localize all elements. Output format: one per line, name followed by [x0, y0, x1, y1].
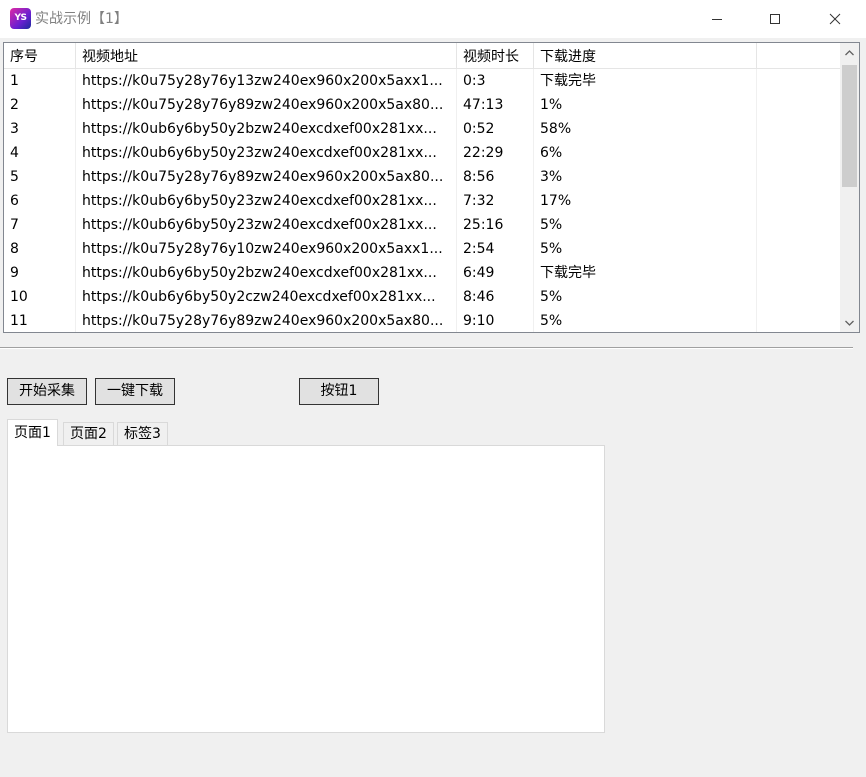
cell-progress: 1%: [534, 93, 757, 117]
download-all-button[interactable]: 一键下载: [95, 378, 175, 405]
cell-duration: 25:16: [457, 213, 534, 237]
cell-empty: [757, 285, 840, 309]
cell-duration: 8:46: [457, 285, 534, 309]
cell-empty: [757, 213, 840, 237]
table-row[interactable]: 11 https://k0u75y28y76y89zw240ex960x200x5…: [4, 309, 840, 332]
cell-progress: 5%: [534, 213, 757, 237]
cell-progress: 下载完毕: [534, 261, 757, 285]
chevron-up-icon: [845, 49, 854, 55]
cell-progress: 58%: [534, 117, 757, 141]
button-1[interactable]: 按钮1: [299, 378, 379, 405]
cell-index: 9: [4, 261, 76, 285]
cell-duration: 7:32: [457, 189, 534, 213]
cell-duration: 22:29: [457, 141, 534, 165]
tab-label3[interactable]: 标签3: [117, 422, 168, 445]
horizontal-separator: [0, 347, 853, 349]
cell-progress: 下载完毕: [534, 69, 757, 93]
cell-progress: 3%: [534, 165, 757, 189]
cell-url: https://k0u75y28y76y89zw240ex960x200x5ax…: [76, 165, 457, 189]
cell-duration: 6:49: [457, 261, 534, 285]
table-row[interactable]: 8 https://k0u75y28y76y10zw240ex960x200x5a…: [4, 237, 840, 261]
video-list-view[interactable]: 序号 视频地址 视频时长 下载进度 1 https://k0u75y28y76y1…: [3, 42, 860, 333]
cell-url: https://k0ub6y6by50y23zw240excdxef00x281…: [76, 213, 457, 237]
scroll-down-button[interactable]: [840, 313, 859, 332]
table-row[interactable]: 5 https://k0u75y28y76y89zw240ex960x200x5a…: [4, 165, 840, 189]
table-row[interactable]: 3 https://k0ub6y6by50y2bzw240excdxef00x28…: [4, 117, 840, 141]
column-header-empty[interactable]: [757, 43, 840, 68]
table-row[interactable]: 4 https://k0ub6y6by50y23zw240excdxef00x28…: [4, 141, 840, 165]
scroll-up-button[interactable]: [840, 43, 859, 62]
cell-duration: 9:10: [457, 309, 534, 332]
tab-content-panel: [7, 445, 605, 733]
start-collect-button[interactable]: 开始采集: [7, 378, 87, 405]
cell-duration: 2:54: [457, 237, 534, 261]
cell-duration: 47:13: [457, 93, 534, 117]
cell-index: 10: [4, 285, 76, 309]
cell-url: https://k0ub6y6by50y2bzw240excdxef00x281…: [76, 261, 457, 285]
cell-url: https://k0u75y28y76y10zw240ex960x200x5ax…: [76, 237, 457, 261]
cell-url: https://k0u75y28y76y89zw240ex960x200x5ax…: [76, 309, 457, 332]
cell-progress: 5%: [534, 309, 757, 332]
cell-url: https://k0ub6y6by50y23zw240excdxef00x281…: [76, 189, 457, 213]
cell-index: 6: [4, 189, 76, 213]
table-row[interactable]: 7 https://k0ub6y6by50y23zw240excdxef00x28…: [4, 213, 840, 237]
maximize-icon: [770, 14, 780, 24]
minimize-button[interactable]: [688, 0, 746, 38]
cell-empty: [757, 165, 840, 189]
tab-page1[interactable]: 页面1: [7, 419, 58, 446]
close-button[interactable]: [806, 0, 864, 38]
minimize-icon: [712, 19, 722, 20]
cell-url: https://k0u75y28y76y13zw240ex960x200x5ax…: [76, 69, 457, 93]
cell-url: https://k0ub6y6by50y2czw240excdxef00x281…: [76, 285, 457, 309]
cell-empty: [757, 261, 840, 285]
cell-progress: 17%: [534, 189, 757, 213]
close-icon: [829, 13, 841, 25]
list-body: 1 https://k0u75y28y76y13zw240ex960x200x5a…: [4, 69, 840, 332]
table-row[interactable]: 1 https://k0u75y28y76y13zw240ex960x200x5a…: [4, 69, 840, 93]
vertical-scrollbar[interactable]: [840, 43, 859, 332]
cell-index: 7: [4, 213, 76, 237]
table-row[interactable]: 2 https://k0u75y28y76y89zw240ex960x200x5a…: [4, 93, 840, 117]
cell-empty: [757, 309, 840, 332]
table-row[interactable]: 6 https://k0ub6y6by50y23zw240excdxef00x28…: [4, 189, 840, 213]
cell-index: 1: [4, 69, 76, 93]
cell-url: https://k0u75y28y76y89zw240ex960x200x5ax…: [76, 93, 457, 117]
cell-duration: 0:52: [457, 117, 534, 141]
cell-url: https://k0ub6y6by50y23zw240excdxef00x281…: [76, 141, 457, 165]
cell-progress: 5%: [534, 285, 757, 309]
cell-empty: [757, 141, 840, 165]
scroll-thumb[interactable]: [842, 65, 857, 187]
table-row[interactable]: 10 https://k0ub6y6by50y2czw240excdxef00x2…: [4, 285, 840, 309]
maximize-button[interactable]: [746, 0, 804, 38]
cell-index: 2: [4, 93, 76, 117]
cell-url: https://k0ub6y6by50y2bzw240excdxef00x281…: [76, 117, 457, 141]
chevron-down-icon: [845, 320, 854, 326]
table-row[interactable]: 9 https://k0ub6y6by50y2bzw240excdxef00x28…: [4, 261, 840, 285]
cell-index: 5: [4, 165, 76, 189]
cell-empty: [757, 189, 840, 213]
app-icon: YS: [10, 8, 31, 29]
cell-index: 4: [4, 141, 76, 165]
cell-duration: 8:56: [457, 165, 534, 189]
column-header-progress[interactable]: 下载进度: [534, 43, 757, 68]
cell-empty: [757, 69, 840, 93]
column-header-url[interactable]: 视频地址: [76, 43, 457, 68]
cell-empty: [757, 93, 840, 117]
cell-index: 11: [4, 309, 76, 332]
tab-page2[interactable]: 页面2: [63, 422, 114, 445]
cell-progress: 6%: [534, 141, 757, 165]
list-header: 序号 视频地址 视频时长 下载进度: [4, 43, 840, 69]
column-header-index[interactable]: 序号: [4, 43, 76, 68]
window-title: 实战示例【1】: [35, 11, 128, 27]
cell-duration: 0:3: [457, 69, 534, 93]
cell-empty: [757, 237, 840, 261]
column-header-duration[interactable]: 视频时长: [457, 43, 534, 68]
cell-index: 3: [4, 117, 76, 141]
cell-index: 8: [4, 237, 76, 261]
cell-empty: [757, 117, 840, 141]
title-bar: YS 实战示例【1】: [0, 0, 866, 38]
cell-progress: 5%: [534, 237, 757, 261]
